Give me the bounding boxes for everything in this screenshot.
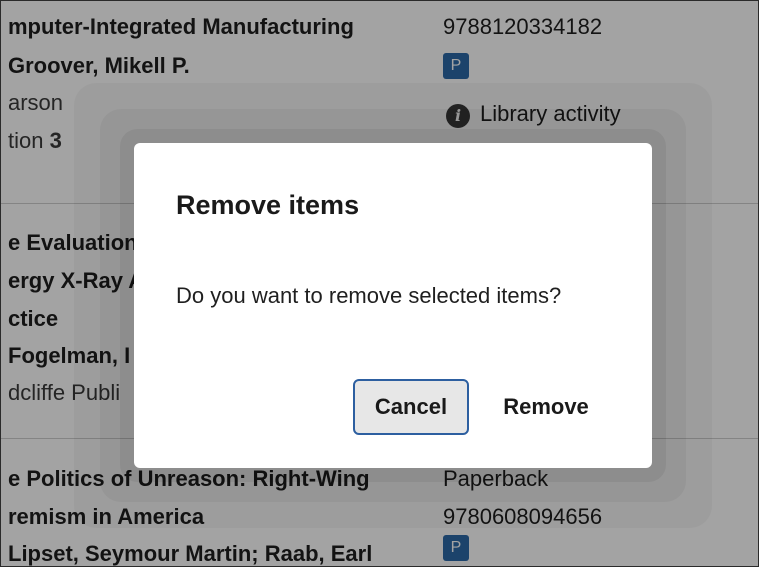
remove-button[interactable]: Remove xyxy=(486,379,606,435)
cancel-button[interactable]: Cancel xyxy=(353,379,469,435)
dialog-title: Remove items xyxy=(176,190,360,220)
remove-items-dialog: Remove items Do you want to remove selec… xyxy=(134,143,652,468)
dialog-message: Do you want to remove selected items? xyxy=(176,283,562,308)
